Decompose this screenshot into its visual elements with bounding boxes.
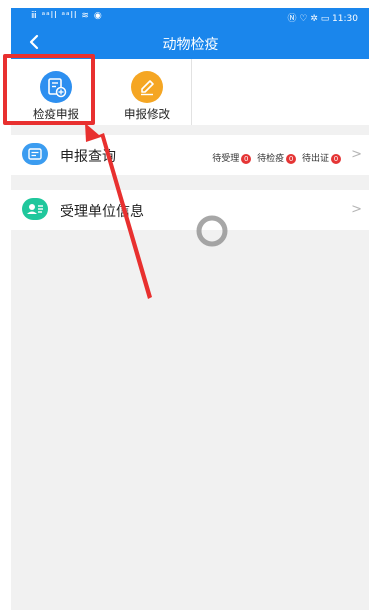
row-label: 申报查询 [60,149,116,165]
contact-card-icon [22,198,48,220]
badge-label: 待出证 [301,154,329,164]
count-badge: 0 [241,153,252,164]
loading-ring-icon [196,215,228,247]
status-badges: 待受理 0 待检疫 0 待出证 0 [212,151,344,164]
badge-label: 待检疫 [257,154,285,164]
row-unit-info[interactable]: 受理单位信息 > [11,190,369,230]
tile-label: 申报修改 [124,107,170,121]
tile-declare-modify[interactable]: 申报修改 [103,59,192,125]
query-card-icon [22,143,48,165]
pencil-icon [131,71,163,103]
chevron-right-icon: > [351,202,362,217]
row-label: 受理单位信息 [60,204,144,220]
highlight-box [3,54,95,125]
status-bar: ⅲ ᵃᵃll ᵃᵃll ≋ ◉ Ⓝ ♡ ✲ ▭ 11:30 [11,8,369,25]
status-right: Ⓝ ♡ ✲ ▭ 11:30 [287,14,359,24]
count-badge: 0 [331,153,341,164]
badge-label: 待受理 [212,154,240,164]
row-declare-query[interactable]: 申报查询 待受理 0 待检疫 0 待出证 0 > [11,135,369,175]
page-title: 动物检疫 [162,37,219,53]
chevron-right-icon: > [351,147,362,162]
signal-indicators: ⅲ ᵃᵃll ᵃᵃll ≋ ◉ [31,11,103,21]
count-badge: 0 [286,153,297,164]
